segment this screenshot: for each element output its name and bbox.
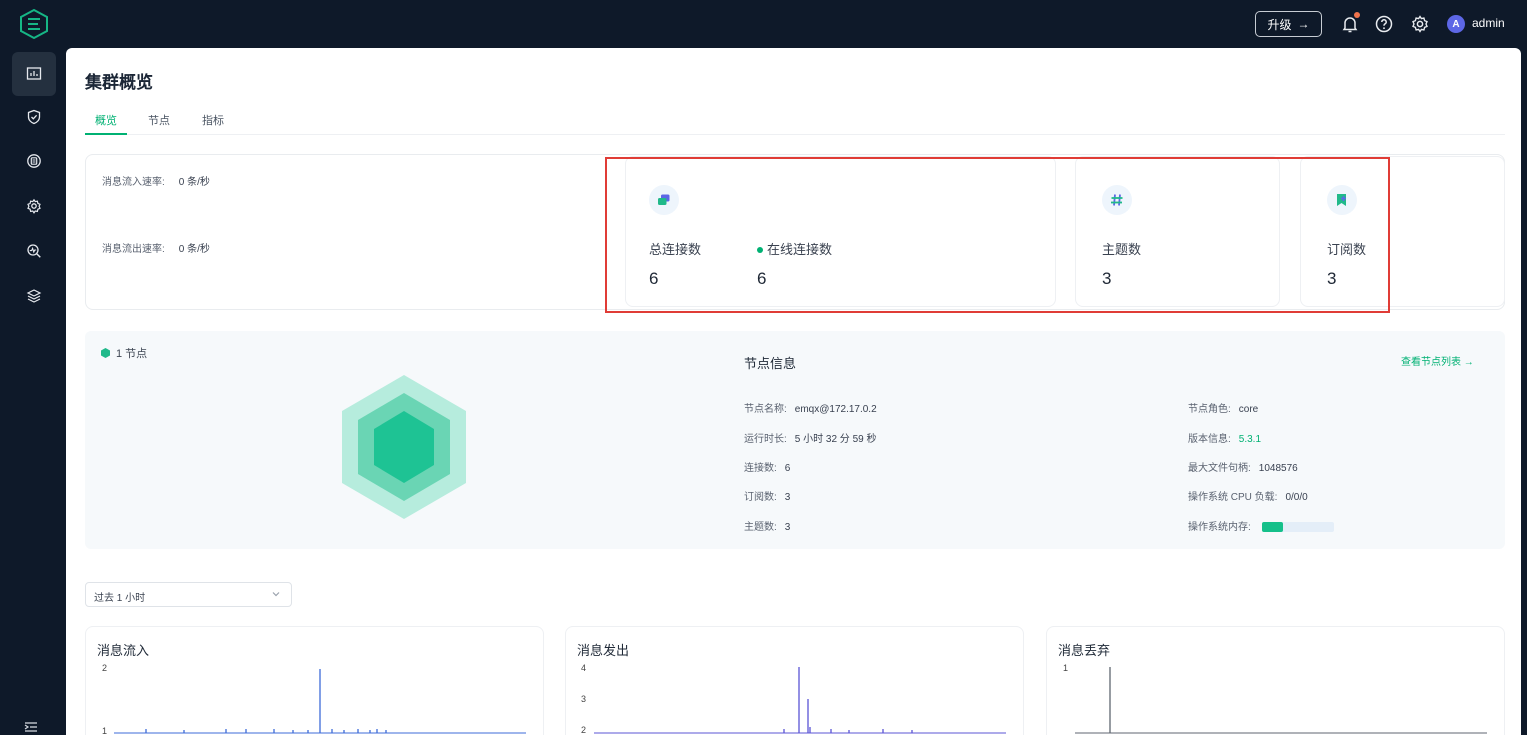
node-role-label: 节点角色: xyxy=(1188,404,1231,415)
node-role-value: core xyxy=(1238,404,1259,415)
messages-dropped-chart-card: 消息丢弃 1 xyxy=(1046,626,1505,735)
chart-series xyxy=(114,669,526,734)
node-uptime-value: 5 小时 32 分 59 秒 xyxy=(794,434,877,445)
node-name-label: 节点名称: xyxy=(744,404,787,415)
username[interactable]: admin xyxy=(1472,16,1505,30)
node-version-value: 5.3.1 xyxy=(1238,434,1262,445)
node-connections-value: 6 xyxy=(784,463,791,474)
sidebar xyxy=(0,48,66,735)
arrow-right-icon: → xyxy=(1297,17,1310,31)
message-in-rate-label: 消息流入速率: xyxy=(102,177,165,188)
node-name: 节点名称: emqx@172.17.0.2 xyxy=(744,400,877,415)
sidebar-item-management[interactable] xyxy=(12,184,56,228)
sidebar-item-dashboard[interactable] xyxy=(12,52,56,96)
management-icon xyxy=(27,198,41,214)
time-range-select[interactable]: 过去 1 小时 xyxy=(85,582,292,607)
active-tab-indicator xyxy=(85,133,127,135)
time-range-value: 过去 1 小时 xyxy=(94,593,146,604)
message-out-rate: 消息流出速率: 0 条/秒 xyxy=(102,240,210,255)
dashboard-icon xyxy=(26,67,42,80)
upgrade-label: 升级 xyxy=(1267,17,1292,32)
node-max-fds-value: 1048576 xyxy=(1258,463,1298,474)
node-role: 节点角色: core xyxy=(1188,400,1258,415)
node-topics: 主题数: 3 xyxy=(744,518,790,533)
sidebar-item-integration[interactable] xyxy=(12,139,56,183)
node-uptime: 运行时长: 5 小时 32 分 59 秒 xyxy=(744,430,876,445)
highlight-box xyxy=(605,157,1390,313)
notification-dot xyxy=(1354,12,1360,18)
messages-dropped-chart[interactable]: 1 xyxy=(1047,659,1506,735)
sidebar-item-access-control[interactable] xyxy=(12,95,56,139)
node-cpu-load-label: 操作系统 CPU 负载: xyxy=(1188,492,1278,503)
tab-nodes[interactable]: 节点 xyxy=(148,112,170,128)
shield-icon xyxy=(27,109,41,125)
emqx-logo-icon[interactable] xyxy=(18,8,50,40)
tab-metrics[interactable]: 指标 xyxy=(202,112,224,128)
view-node-list-label: 查看节点列表 xyxy=(1401,357,1461,368)
tab-bar: 概览 节点 指标 xyxy=(85,108,1505,135)
top-bar: 升级 → A admin xyxy=(0,0,1527,48)
node-connections: 连接数: 6 xyxy=(744,459,790,474)
node-max-fds: 最大文件句柄: 1048576 xyxy=(1188,459,1298,474)
node-name-value: emqx@172.17.0.2 xyxy=(794,404,877,415)
sidebar-item-extensions[interactable] xyxy=(12,274,56,318)
messages-in-chart-card: 消息流入 2 1 xyxy=(85,626,544,735)
node-hex-icon xyxy=(101,348,110,358)
upgrade-button[interactable]: 升级 → xyxy=(1255,11,1322,37)
tab-overview[interactable]: 概览 xyxy=(95,112,117,128)
node-memory: 操作系统内存: xyxy=(1188,518,1334,533)
collapse-icon[interactable] xyxy=(24,720,38,735)
arrow-right-icon: → xyxy=(1463,357,1474,368)
node-count-badge: 1 节点 xyxy=(101,345,147,361)
memory-usage-bar xyxy=(1261,522,1334,533)
integration-icon xyxy=(27,154,41,168)
node-version: 版本信息: 5.3.1 xyxy=(1188,430,1261,445)
chart-series xyxy=(594,667,1006,734)
diagnose-icon xyxy=(27,244,41,258)
message-out-rate-value: 0 条/秒 xyxy=(178,244,210,255)
node-info-title: 节点信息 xyxy=(744,356,797,371)
memory-usage-fill xyxy=(1261,522,1284,533)
messages-out-chart[interactable]: 4 3 2 xyxy=(566,659,1025,735)
messages-in-chart-title: 消息流入 xyxy=(97,643,150,658)
node-count-label: 1 节点 xyxy=(116,348,148,360)
y-tick-label: 2 xyxy=(102,663,107,673)
node-subscriptions: 订阅数: 3 xyxy=(744,488,790,503)
node-version-label: 版本信息: xyxy=(1188,434,1231,445)
messages-out-chart-title: 消息发出 xyxy=(577,643,630,658)
messages-dropped-chart-title: 消息丢弃 xyxy=(1058,643,1111,658)
help-icon[interactable] xyxy=(1374,14,1394,34)
sidebar-item-diagnose[interactable] xyxy=(12,229,56,273)
main-content: 集群概览 概览 节点 指标 消息流入速率: 0 条/秒 消息流出速率: 0 条/秒 … xyxy=(66,48,1521,735)
y-tick-label: 4 xyxy=(581,663,586,673)
node-subscriptions-value: 3 xyxy=(784,492,791,503)
node-hexagon-graphic[interactable] xyxy=(339,373,469,521)
node-connections-label: 连接数: xyxy=(744,463,777,474)
y-tick-label: 3 xyxy=(581,694,586,704)
message-out-rate-label: 消息流出速率: xyxy=(102,244,165,255)
node-uptime-label: 运行时长: xyxy=(744,434,787,445)
node-cpu-load-value: 0/0/0 xyxy=(1285,492,1308,503)
messages-out-chart-card: 消息发出 4 3 2 xyxy=(565,626,1024,735)
page-title: 集群概览 xyxy=(85,73,153,92)
node-topics-value: 3 xyxy=(784,522,791,533)
node-max-fds-label: 最大文件句柄: xyxy=(1188,463,1251,474)
message-in-rate: 消息流入速率: 0 条/秒 xyxy=(102,173,210,188)
node-panel: 1 节点 节点信息 查看节点列表 → 节点名称: emqx@172.17.0.2 … xyxy=(85,331,1505,549)
avatar[interactable]: A xyxy=(1447,15,1465,33)
chevron-down-icon xyxy=(271,589,281,601)
layers-icon xyxy=(26,289,42,303)
node-subscriptions-label: 订阅数: xyxy=(744,492,777,503)
chart-series xyxy=(1075,667,1487,734)
node-memory-label: 操作系统内存: xyxy=(1188,522,1251,533)
y-tick-label: 2 xyxy=(581,725,586,735)
node-topics-label: 主题数: xyxy=(744,522,777,533)
messages-in-chart[interactable]: 2 1 xyxy=(86,659,545,735)
gear-icon[interactable] xyxy=(1410,14,1430,34)
message-in-rate-value: 0 条/秒 xyxy=(178,177,210,188)
view-node-list-link[interactable]: 查看节点列表 → xyxy=(1401,353,1474,368)
y-tick-label: 1 xyxy=(1063,663,1068,673)
y-tick-label: 1 xyxy=(102,726,107,735)
node-cpu-load: 操作系统 CPU 负载: 0/0/0 xyxy=(1188,488,1308,503)
